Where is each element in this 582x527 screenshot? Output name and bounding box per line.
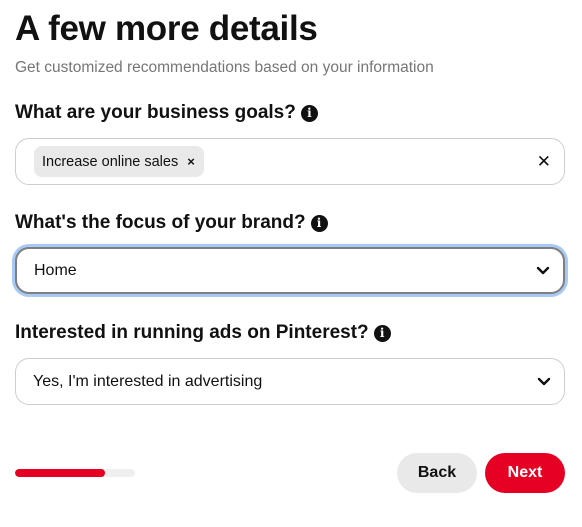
goal-chip-label: Increase online sales xyxy=(42,153,179,170)
page-title: A few more details xyxy=(15,9,318,48)
progress-bar-fill xyxy=(15,469,105,477)
info-icon[interactable]: i xyxy=(300,104,318,122)
goal-chip: Increase online sales × xyxy=(34,146,204,177)
brand-focus-value: Home xyxy=(34,261,77,279)
details-page: A few more details Get customized recomm… xyxy=(0,0,582,527)
ads-interest-select[interactable]: Yes, I'm interested in advertising xyxy=(15,358,565,405)
progress-bar xyxy=(15,469,135,477)
ads-interest-label-text: Interested in running ads on Pinterest? xyxy=(15,322,369,343)
back-button[interactable]: Back xyxy=(397,453,477,493)
chevron-down-icon xyxy=(537,377,551,385)
brand-focus-label-text: What's the focus of your brand? xyxy=(15,212,306,233)
business-goals-label: What are your business goals? i xyxy=(15,101,318,125)
page-subtitle: Get customized recommendations based on … xyxy=(15,59,434,76)
clear-icon[interactable]: ✕ xyxy=(537,152,551,172)
chip-remove-icon[interactable]: × xyxy=(187,154,195,169)
info-icon[interactable]: i xyxy=(310,214,328,232)
chevron-down-icon xyxy=(536,266,550,274)
business-goals-multiselect[interactable]: Increase online sales × ✕ xyxy=(15,138,565,185)
next-button[interactable]: Next xyxy=(485,453,565,493)
brand-focus-label: What's the focus of your brand? i xyxy=(15,211,328,235)
ads-interest-label: Interested in running ads on Pinterest? … xyxy=(15,321,391,345)
info-icon[interactable]: i xyxy=(373,324,391,342)
brand-focus-select[interactable]: Home xyxy=(15,247,565,294)
business-goals-label-text: What are your business goals? xyxy=(15,102,296,123)
ads-interest-value: Yes, I'm interested in advertising xyxy=(33,372,263,390)
